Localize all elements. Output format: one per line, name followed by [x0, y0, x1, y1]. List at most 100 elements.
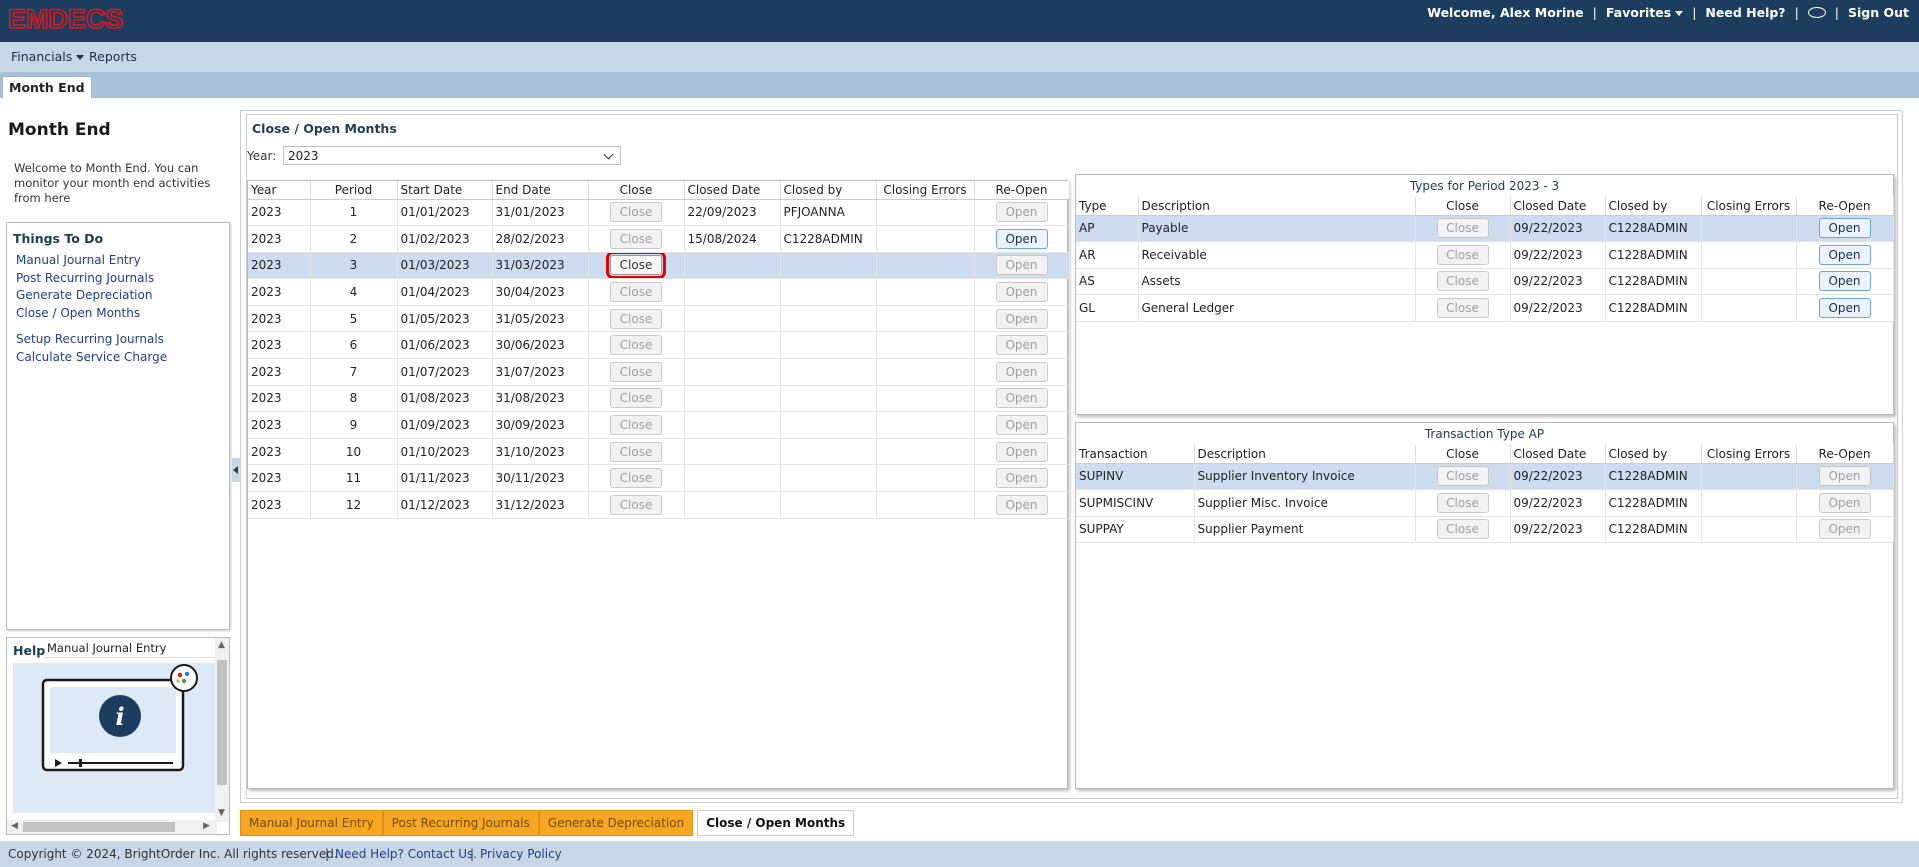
scroll-thumb[interactable] [23, 822, 175, 832]
close-button[interactable]: Close [610, 308, 662, 329]
todo-setup-recurring-journals[interactable]: Setup Recurring Journals [16, 332, 164, 346]
period-number: 2 [310, 225, 398, 253]
bottom-tab-close-open-months[interactable]: Close / Open Months [697, 810, 855, 836]
close-button[interactable]: Close [610, 282, 662, 303]
top-header: EMDECS Welcome, Alex Morine | Favorites … [0, 0, 1919, 42]
reopen-button[interactable]: Open [1818, 519, 1871, 540]
period-row[interactable]: 2023 12 01/12/2023 31/12/2023 Close Open [248, 491, 1070, 519]
reopen-button[interactable]: Open [995, 415, 1048, 436]
reopen-button[interactable]: Open [995, 202, 1048, 223]
help-label: Help [13, 643, 46, 658]
transaction-closing-errors [1701, 489, 1797, 517]
bottom-tab-generate-depreciation[interactable]: Generate Depreciation [538, 810, 694, 836]
close-button[interactable]: Close [1436, 218, 1489, 239]
reopen-button[interactable]: Open [995, 335, 1048, 356]
reopen-button[interactable]: Open [1818, 298, 1871, 319]
scroll-left-icon[interactable]: ◀ [11, 821, 18, 831]
menu-reports[interactable]: Reports [89, 49, 137, 64]
footer-privacy-link[interactable]: Privacy Policy [480, 847, 562, 861]
close-button[interactable]: Close [610, 202, 662, 223]
reopen-button[interactable]: Open [1818, 466, 1871, 487]
close-button[interactable]: Close [1436, 244, 1489, 265]
period-row[interactable]: 2023 2 01/02/2023 28/02/2023 Close 15/08/2024… [248, 225, 1070, 253]
period-row[interactable]: 2023 4 01/04/2023 30/04/2023 Close Open [248, 278, 1070, 306]
close-button[interactable]: Close [610, 228, 662, 249]
reopen-button[interactable]: Open [995, 308, 1048, 329]
todo-close-open-months[interactable]: Close / Open Months [16, 306, 140, 320]
bottom-tab-post-recurring-journals[interactable]: Post Recurring Journals [382, 810, 539, 836]
year-select[interactable]: 2023 [283, 146, 621, 165]
close-button[interactable]: Close [610, 415, 662, 436]
type-row[interactable]: GL General Ledger Close 09/22/2023 C1228ADMI… [1076, 294, 1894, 322]
close-button[interactable]: Close [1436, 492, 1489, 513]
info-video-icon: i [41, 664, 198, 772]
reopen-button[interactable]: Open [995, 255, 1048, 276]
reopen-button[interactable]: Open [1818, 218, 1871, 239]
close-button[interactable]: Close [610, 335, 662, 356]
close-button[interactable]: Close [610, 388, 662, 409]
reopen-button[interactable]: Open [995, 282, 1048, 303]
period-row[interactable]: 2023 11 01/11/2023 30/11/2023 Close Open [248, 464, 1070, 493]
period-row[interactable]: 2023 3 01/03/2023 31/03/2023 Close Open [248, 252, 1070, 280]
period-row[interactable]: 2023 5 01/05/2023 31/05/2023 Close Open [248, 305, 1070, 333]
scroll-up-icon[interactable]: ▲ [218, 640, 225, 650]
scroll-down-icon[interactable]: ▼ [218, 808, 225, 818]
close-button[interactable]: Close [610, 494, 662, 515]
period-row[interactable]: 2023 1 01/01/2023 31/01/2023 Close 22/09/2023… [248, 199, 1070, 227]
chat-bubble-icon[interactable] [1807, 7, 1826, 18]
transaction-row[interactable]: SUPINV Supplier Inventory Invoice Close 09/… [1076, 463, 1894, 491]
period-year: 2023 [248, 252, 311, 280]
period-row[interactable]: 2023 10 01/10/2023 31/10/2023 Close Open [248, 438, 1070, 466]
close-button[interactable]: Close [1436, 519, 1489, 540]
type-row[interactable]: AP Payable Close 09/22/2023 C1228ADMIN Open [1076, 215, 1894, 243]
help-topic-select[interactable]: Manual Journal Entry [44, 641, 218, 658]
todo-generate-depreciation[interactable]: Generate Depreciation [16, 288, 152, 302]
todo-post-recurring-journals[interactable]: Post Recurring Journals [16, 271, 154, 285]
reopen-button[interactable]: Open [1818, 244, 1871, 265]
close-button[interactable]: Close [610, 361, 662, 382]
help-video[interactable]: i [13, 663, 218, 813]
reopen-button[interactable]: Open [1818, 271, 1871, 292]
tab-month-end[interactable]: Month End [2, 76, 92, 98]
period-row[interactable]: 2023 8 01/08/2023 31/08/2023 Close Open [248, 385, 1070, 413]
close-button[interactable]: Close [606, 252, 666, 278]
emdecs-logo[interactable]: EMDECS [7, 3, 124, 35]
favorites-menu[interactable]: Favorites [1605, 5, 1684, 20]
need-help-link[interactable]: Need Help? [1705, 5, 1785, 20]
reopen-button[interactable]: Open [995, 468, 1048, 489]
footer-contact-link[interactable]: Need Help? Contact Us. [335, 847, 477, 861]
reopen-button[interactable]: Open [1818, 492, 1871, 513]
close-button[interactable]: Close [610, 468, 662, 489]
type-row[interactable]: AR Receivable Close 09/22/2023 C1228ADMIN Ope… [1076, 241, 1894, 269]
period-end-date: 28/02/2023 [492, 225, 589, 253]
favorites-label: Favorites [1605, 5, 1672, 20]
period-row[interactable]: 2023 9 01/09/2023 30/09/2023 Close Open [248, 411, 1070, 439]
bottom-tab-manual-journal-entry[interactable]: Manual Journal Entry [240, 810, 383, 836]
menu-financials[interactable]: Financials [11, 49, 85, 64]
todo-manual-journal-entry[interactable]: Manual Journal Entry [16, 253, 141, 267]
period-start-date: 01/06/2023 [397, 331, 493, 360]
reopen-button[interactable]: Open [995, 361, 1048, 382]
period-row[interactable]: 2023 6 01/06/2023 30/06/2023 Close Open [248, 331, 1070, 360]
help-horizontal-scrollbar[interactable]: ◀ ▶ [7, 820, 217, 834]
period-row[interactable]: 2023 7 01/07/2023 31/07/2023 Close Open [248, 358, 1070, 386]
reopen-button[interactable]: Open [995, 441, 1048, 462]
sign-out-link[interactable]: Sign Out [1848, 5, 1909, 20]
close-button[interactable]: Close [1436, 271, 1489, 292]
transaction-row[interactable]: SUPPAY Supplier Payment Close 09/22/2023 C12… [1076, 516, 1894, 544]
close-button[interactable]: Close [610, 441, 662, 462]
reopen-button[interactable]: Open [995, 228, 1048, 249]
close-button[interactable]: Close [1436, 466, 1489, 487]
type-row[interactable]: AS Assets Close 09/22/2023 C1228ADMIN Open [1076, 268, 1894, 296]
scroll-thumb[interactable] [217, 660, 227, 785]
collapse-arrow-icon[interactable] [232, 458, 240, 482]
help-vertical-scrollbar[interactable]: ▲ ▼ [215, 638, 229, 822]
todo-calculate-service-charge[interactable]: Calculate Service Charge [16, 350, 167, 364]
close-button[interactable]: Close [1436, 298, 1489, 319]
reopen-button[interactable]: Open [995, 494, 1048, 515]
reopen-button-cell: Open [1796, 241, 1894, 269]
scroll-right-icon[interactable]: ▶ [203, 821, 210, 831]
menu-bar: Financials Reports [0, 42, 1919, 72]
transaction-row[interactable]: SUPMISCINV Supplier Misc. Invoice Close 09/… [1076, 489, 1894, 517]
reopen-button[interactable]: Open [995, 388, 1048, 409]
